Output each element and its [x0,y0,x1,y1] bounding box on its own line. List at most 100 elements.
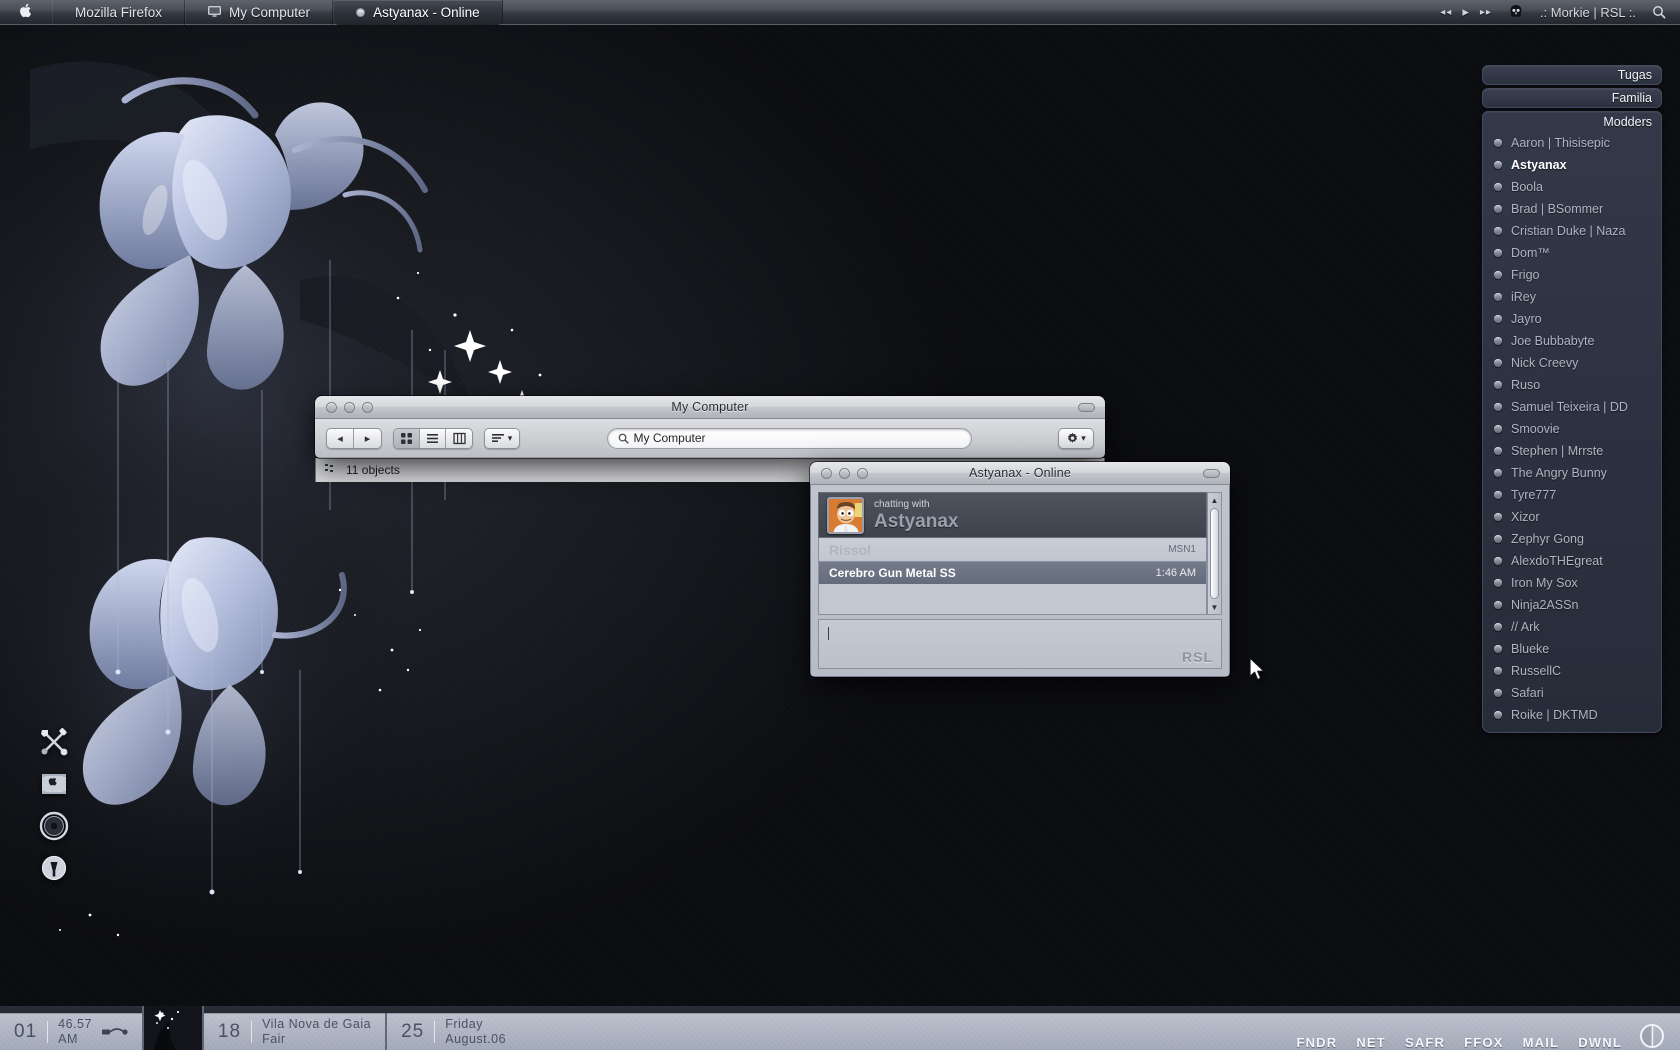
apple-menu-icon[interactable] [0,3,52,22]
arrange-button[interactable]: ▾ [484,427,520,449]
buddy-contact-row[interactable]: Samuel Teixeira | DD [1483,396,1661,418]
buddy-contact-row[interactable]: Jayro [1483,308,1661,330]
finder-titlebar[interactable]: My Computer [315,396,1105,419]
taskbar-app-launcher[interactable]: MAIL [1523,1035,1560,1050]
chat-title: Astyanax - Online [968,466,1072,480]
close-button[interactable] [821,467,832,479]
buddy-group-tugas[interactable]: Tugas [1482,65,1662,85]
date-month-year: August.06 [445,1031,507,1046]
media-next-icon[interactable]: ▸▸ [1480,7,1492,18]
buddy-group-modders-header[interactable]: Modders [1483,112,1661,132]
menubar-user-label[interactable]: .: Morkie | RSL :. [1540,5,1636,20]
taskbar-clock[interactable]: 01 46.57 AM [0,1013,142,1050]
buddy-contact-row[interactable]: Astyanax [1483,154,1661,176]
scroll-up-icon[interactable]: ▲ [1208,493,1221,507]
menubar-task-firefox[interactable]: Mozilla Firefox [52,0,186,25]
utilities-icon[interactable] [32,720,76,764]
disc-icon[interactable] [32,804,76,848]
buddy-contact-name: Aaron | Thisisepic [1511,136,1610,150]
view-list-button[interactable] [420,428,446,448]
buddy-contact-row[interactable]: Xizor [1483,506,1661,528]
avatar[interactable] [827,496,864,534]
search-icon[interactable] [1652,5,1666,19]
buddy-contact-name: Tyre777 [1511,488,1557,502]
chat-toolbar-toggle[interactable] [1203,468,1220,478]
buddy-contact-row[interactable]: Ninja2ASSn [1483,594,1661,616]
minimize-button[interactable] [839,467,850,479]
view-options-icon[interactable] [325,464,337,476]
chatting-with-label: chatting with [874,498,930,510]
buddy-contact-row[interactable]: Stephen | Mrrste [1483,440,1661,462]
buddy-contact-row[interactable]: // Ark [1483,616,1661,638]
buddy-contact-row[interactable]: Iron My Sox [1483,572,1661,594]
forward-button[interactable]: ▸ [354,429,381,448]
weather-condition: Fair [262,1031,286,1046]
buddy-contact-row[interactable]: Joe Bubbabyte [1483,330,1661,352]
buddy-group-label: Tugas [1617,68,1652,82]
mac-icon[interactable] [32,762,76,806]
chat-input-field[interactable]: RSL [818,619,1222,669]
taskbar-date[interactable]: 25 Friday August.06 [387,1013,520,1050]
taskbar-app-launcher[interactable]: NET [1356,1035,1386,1050]
action-gear-button[interactable]: ▾ [1058,427,1094,449]
menubar-media-controls[interactable]: ◂◂ ▸ ▸▸ [1440,4,1492,20]
taskbar-app-launcher[interactable]: FFOX [1464,1035,1503,1050]
buddy-contact-row[interactable]: Ruso [1483,374,1661,396]
weather-detail: Vila Nova de Gaia Fair [262,1017,371,1047]
status-bullet-icon [1494,667,1502,675]
chat-log-text: Cerebro Gun Metal SS [829,565,956,580]
chat-log-row[interactable]: Cerebro Gun Metal SS 1:46 AM [819,561,1206,584]
buddy-contact-row[interactable]: AlexdoTHEgreat [1483,550,1661,572]
power-button[interactable] [1638,1022,1666,1050]
media-play-icon[interactable]: ▸ [1462,4,1470,20]
back-button[interactable]: ◂ [327,428,354,448]
view-icon-button[interactable] [394,428,420,448]
buddy-contact-row[interactable]: Blueke [1483,638,1661,660]
buddy-group-familia[interactable]: Familia [1482,88,1662,108]
buddy-contact-row[interactable]: Dom™ [1483,242,1661,264]
zoom-button[interactable] [857,467,868,479]
buddy-contact-row[interactable]: Frigo [1483,264,1661,286]
chat-message-log[interactable]: Rissol MSN1 Cerebro Gun Metal SS 1:46 AM [818,538,1207,615]
buddy-contact-row[interactable]: iRey [1483,286,1661,308]
toolbar-toggle-button[interactable] [1078,402,1095,412]
taskbar-weather[interactable]: 18 Vila Nova de Gaia Fair [204,1013,385,1050]
status-bullet-icon [1494,689,1502,697]
buddy-contact-row[interactable]: Aaron | Thisisepic [1483,132,1661,154]
menubar-task-my-computer[interactable]: My Computer [185,0,334,25]
scrollbar-thumb[interactable] [1210,508,1219,599]
buddy-contact-row[interactable]: Safari [1483,682,1661,704]
minimize-button[interactable] [344,401,355,413]
close-button[interactable] [326,401,337,413]
buddy-contact-row[interactable]: Nick Creevy [1483,352,1661,374]
chat-log-row[interactable]: Rissol MSN1 [819,538,1206,561]
buddy-contact-row[interactable]: Cristian Duke | Naza [1483,220,1661,242]
bulb-icon[interactable] [32,846,76,890]
skull-icon[interactable] [1508,4,1524,20]
zoom-button[interactable] [362,401,373,413]
scroll-down-icon[interactable]: ▼ [1208,600,1221,614]
taskbar-app-label: FNDR [1296,1035,1338,1050]
chat-scrollbar[interactable]: ▲ ▼ [1207,492,1222,615]
buddy-contact-row[interactable]: Roike | DKTMD [1483,704,1661,726]
buddy-contact-row[interactable]: Smoovie [1483,418,1661,440]
taskbar-app-label: DWNL [1578,1035,1622,1050]
gear-caret-icon: ▾ [1081,432,1086,443]
buddy-contact-name: Roike | DKTMD [1511,708,1598,722]
chat-titlebar[interactable]: Astyanax - Online [810,462,1230,485]
view-column-button[interactable] [446,429,472,448]
media-prev-icon[interactable]: ◂◂ [1440,7,1452,18]
buddy-contact-row[interactable]: RussellC [1483,660,1661,682]
menubar-task-astyanax[interactable]: Astyanax - Online [333,0,503,25]
taskbar-app-launcher[interactable]: DWNL [1578,1035,1622,1050]
buddy-contact-row[interactable]: Tyre777 [1483,484,1661,506]
buddy-contact-row[interactable]: Zephyr Gong [1483,528,1661,550]
buddy-contact-row[interactable]: Boola [1483,176,1661,198]
buddy-contact-row[interactable]: Brad | BSommer [1483,198,1661,220]
buddy-contact-name: Astyanax [1511,158,1567,172]
taskbar-app-launcher[interactable]: SAFR [1405,1035,1445,1050]
taskbar-window-thumbnail[interactable] [141,1006,204,1050]
taskbar-app-launcher[interactable]: FNDR [1296,1035,1337,1050]
buddy-contact-row[interactable]: The Angry Bunny [1483,462,1661,484]
finder-search-field[interactable]: My Computer [606,427,972,449]
